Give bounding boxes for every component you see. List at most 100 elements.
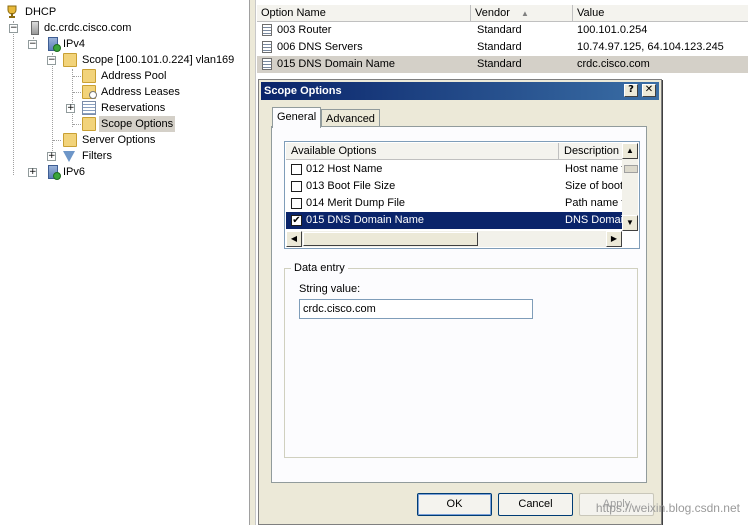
column-header-option-name[interactable]: Option Name (257, 5, 471, 22)
column-header-vendor[interactable]: Vendor ▲ (471, 5, 573, 22)
column-header-label: Option Name (261, 7, 326, 19)
folder-icon (63, 53, 77, 67)
reservations-icon (82, 101, 96, 115)
sort-ascending-icon: ▲ (521, 9, 529, 18)
data-entry-group (284, 268, 638, 458)
tree-item-address-pool[interactable]: Address Pool (0, 68, 200, 84)
column-header-available-options[interactable]: Available Options (286, 143, 559, 160)
clock-icon (89, 91, 97, 99)
option-checkbox-checked[interactable]: ✔ (291, 215, 302, 226)
scope-options-dialog: Scope Options ? ✕ General Advanced Avail… (258, 79, 662, 525)
tree-item-scope-options[interactable]: Scope Options (0, 116, 200, 132)
option-description: Path name f (565, 197, 622, 209)
scroll-thumb[interactable] (303, 232, 478, 246)
option-value: crdc.cisco.com (577, 58, 650, 70)
collapse-icon[interactable]: − (28, 40, 37, 49)
option-row[interactable]: 012 Host Name Host name f (286, 161, 622, 178)
tree-label: dc.crdc.cisco.com (44, 22, 132, 34)
column-header-label: Available Options (291, 145, 377, 157)
dialog-title: Scope Options (264, 85, 342, 97)
tab-label: General (277, 111, 317, 123)
ipv6-icon (48, 165, 61, 180)
console-tree: DHCP − dc.crdc.cisco.com − IPv4 − Scope … (0, 0, 249, 525)
horizontal-scrollbar[interactable]: ◀ ▶ (286, 231, 622, 247)
expand-icon[interactable]: + (47, 152, 56, 161)
folder-icon (82, 117, 96, 131)
watermark-text: https://weixin.blog.csdn.net (595, 501, 740, 515)
option-vendor: Standard (477, 41, 522, 53)
pane-splitter[interactable] (249, 0, 256, 525)
tree-item-filters[interactable]: + Filters (0, 148, 200, 164)
tree-label: IPv4 (63, 38, 86, 50)
option-row-selected[interactable]: ✔ 015 DNS Domain Name DNS Domai (286, 212, 622, 229)
option-description: Host name f (565, 163, 622, 175)
data-entry-legend: Data entry (291, 262, 348, 274)
list-row[interactable]: 003 Router Standard 100.101.0.254 (257, 22, 748, 39)
string-value-label: String value: (299, 283, 361, 295)
cancel-button[interactable]: Cancel (498, 493, 573, 516)
tree-label: DHCP (25, 6, 57, 18)
tree-label: Scope [100.101.0.224] vlan169 (82, 54, 235, 66)
available-options-list[interactable]: Available Options Description 012 Host N… (284, 141, 640, 249)
tree-label: IPv6 (63, 166, 86, 178)
option-row[interactable]: 013 Boot File Size Size of boot (286, 178, 622, 195)
option-icon (262, 41, 272, 53)
option-icon (262, 58, 272, 70)
option-name: 003 Router (277, 24, 332, 36)
option-checkbox[interactable] (291, 198, 302, 209)
dialog-titlebar[interactable]: Scope Options ? ✕ (261, 82, 659, 100)
tree-item-reservations[interactable]: + Reservations (0, 100, 200, 116)
tree-item-server[interactable]: − dc.crdc.cisco.com (0, 20, 200, 36)
dhcp-icon (6, 5, 18, 19)
option-icon (262, 24, 272, 36)
tab-label: Advanced (326, 113, 375, 125)
tree-label: Filters (82, 150, 112, 162)
option-description: DNS Domai (565, 214, 622, 226)
help-button[interactable]: ? (624, 84, 638, 97)
option-row[interactable]: 014 Merit Dump File Path name f (286, 195, 622, 212)
tree-item-ipv4[interactable]: − IPv4 (0, 36, 200, 52)
option-label: 015 DNS Domain Name (306, 214, 424, 226)
scroll-left-icon[interactable]: ◀ (286, 231, 302, 247)
tab-general[interactable]: General (272, 107, 322, 128)
close-button[interactable]: ✕ (642, 84, 656, 97)
list-row[interactable]: 015 DNS Domain Name Standard crdc.cisco.… (257, 56, 748, 73)
option-checkbox[interactable] (291, 181, 302, 192)
list-row[interactable]: 006 DNS Servers Standard 10.74.97.125, 6… (257, 39, 748, 56)
tree-label: Server Options (82, 134, 156, 146)
scroll-down-icon[interactable]: ▼ (622, 215, 638, 231)
scroll-right-icon[interactable]: ▶ (606, 231, 622, 247)
tree-label: Scope Options (99, 116, 176, 132)
collapse-icon[interactable]: − (9, 24, 18, 33)
button-label: Cancel (518, 498, 553, 510)
scroll-up-icon[interactable]: ▲ (622, 143, 638, 159)
column-header-value[interactable]: Value (573, 5, 748, 22)
string-value-input[interactable] (299, 299, 533, 319)
collapse-icon[interactable]: − (47, 56, 56, 65)
vertical-scrollbar[interactable]: ▲ ▼ (622, 143, 638, 231)
expand-icon[interactable]: + (28, 168, 37, 177)
column-header-label: Value (577, 7, 605, 19)
tree-label: Reservations (101, 102, 166, 114)
option-value: 10.74.97.125, 64.104.123.245 (577, 41, 724, 53)
option-value: 100.101.0.254 (577, 24, 648, 36)
option-vendor: Standard (477, 24, 522, 36)
option-name: 006 DNS Servers (277, 41, 363, 53)
option-label: 012 Host Name (306, 163, 383, 175)
expand-icon[interactable]: + (66, 104, 75, 113)
ok-button[interactable]: OK (417, 493, 492, 516)
option-checkbox[interactable] (291, 164, 302, 175)
column-header-label: Description (564, 145, 620, 157)
option-vendor: Standard (477, 58, 522, 70)
tree-label: Address Pool (101, 70, 167, 82)
scroll-thumb[interactable] (624, 165, 638, 173)
folder-icon (82, 69, 96, 83)
server-icon (31, 21, 39, 35)
column-header-label: Vendor (475, 7, 510, 19)
tree-item-ipv6[interactable]: + IPv6 (0, 164, 200, 180)
button-label: OK (446, 498, 463, 510)
tree-item-address-leases[interactable]: Address Leases (0, 84, 200, 100)
tree-item-server-options[interactable]: Server Options (0, 132, 200, 148)
tree-item-scope[interactable]: − Scope [100.101.0.224] vlan169 (0, 52, 249, 68)
column-header-description[interactable]: Description (559, 143, 622, 160)
